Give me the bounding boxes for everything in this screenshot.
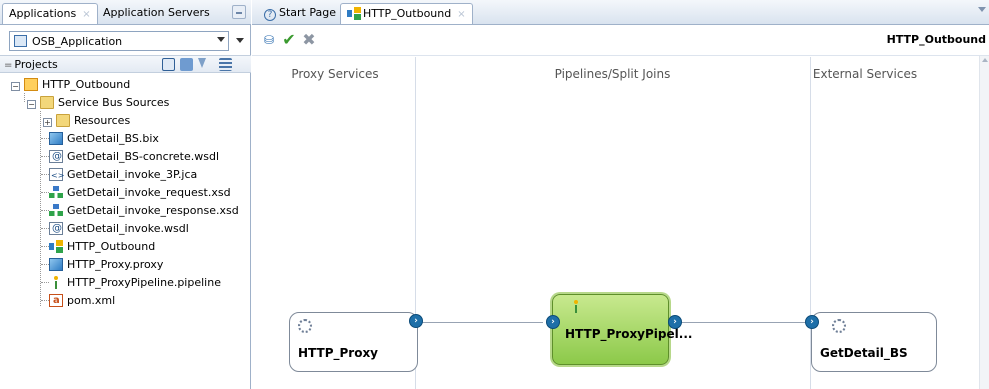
tab-application-servers[interactable]: Application Servers bbox=[97, 3, 216, 24]
application-icon bbox=[14, 35, 27, 47]
pom-icon bbox=[49, 293, 63, 309]
minimize-icon[interactable] bbox=[232, 5, 246, 19]
proxy-service-node[interactable]: HTTP_Proxy bbox=[289, 312, 418, 372]
column-header-proxy: Proxy Services bbox=[291, 67, 379, 81]
tree-item-label: Resources bbox=[74, 114, 131, 127]
editor-toolbar: ⛁ ✔ ✖ HTTP_Outbound bbox=[252, 26, 989, 56]
column-header-pipelines: Pipelines/Split Joins bbox=[554, 67, 671, 81]
chevron-right-icon[interactable]: › bbox=[668, 315, 682, 329]
composite-editor: ? Start Page HTTP_Outbound × ⛁ ✔ ✖ HTTP_Ou… bbox=[252, 0, 989, 389]
vertical-scrollbar[interactable] bbox=[979, 56, 989, 389]
gear-icon bbox=[298, 319, 312, 333]
composite-icon bbox=[49, 240, 63, 253]
filter-icon[interactable] bbox=[198, 58, 206, 71]
tree-item-label: GetDetail_invoke_request.xsd bbox=[67, 186, 231, 199]
xsd-icon bbox=[49, 186, 63, 199]
pipeline-icon bbox=[569, 300, 583, 313]
projects-label: Projects bbox=[14, 58, 58, 71]
folder-icon bbox=[40, 96, 54, 109]
collapse-icon[interactable]: = bbox=[4, 60, 12, 71]
tree-item-file[interactable]: HTTP_Outbound bbox=[49, 239, 155, 255]
collapse-icon[interactable]: − bbox=[27, 100, 36, 109]
chevron-down-icon bbox=[217, 37, 225, 42]
column-header-external: External Services bbox=[812, 67, 918, 81]
tree-item-label: HTTP_Outbound bbox=[67, 240, 156, 253]
gear-icon bbox=[832, 319, 846, 333]
check-icon[interactable]: ✔ bbox=[280, 31, 298, 49]
business-service-icon bbox=[49, 132, 63, 145]
jca-icon bbox=[49, 168, 64, 184]
business-service-label: GetDetail_BS bbox=[820, 346, 908, 360]
tree-item-file[interactable]: GetDetail_invoke_request.xsd bbox=[49, 185, 231, 201]
tree-item-file[interactable]: HTTP_ProxyPipeline.pipeline bbox=[49, 275, 221, 291]
chevron-right-icon[interactable]: › bbox=[805, 315, 819, 329]
tree-item-file[interactable]: GetDetail_invoke.wsdl bbox=[49, 221, 189, 237]
tree-item-file[interactable]: GetDetail_BS-concrete.wsdl bbox=[49, 149, 219, 165]
projects-header[interactable]: = Projects bbox=[0, 55, 251, 73]
editor-tab-bar: ? Start Page HTTP_Outbound × bbox=[252, 0, 989, 25]
chevron-right-icon[interactable]: › bbox=[546, 315, 560, 329]
tab-applications-label: Applications bbox=[9, 7, 77, 20]
tab-applications[interactable]: Applications × bbox=[2, 3, 98, 24]
project-icon bbox=[24, 78, 38, 91]
proxy-service-label: HTTP_Proxy bbox=[298, 346, 379, 360]
tab-start-page[interactable]: ? Start Page bbox=[258, 3, 342, 24]
tree-item-file[interactable]: HTTP_Proxy.proxy bbox=[49, 257, 163, 273]
application-select-value: OSB_Application bbox=[32, 35, 123, 48]
composite-canvas[interactable]: Proxy Services Pipelines/Split Joins Ext… bbox=[255, 57, 979, 389]
tree-item-project[interactable]: − HTTP_Outbound bbox=[11, 77, 130, 93]
folder-icon bbox=[56, 114, 70, 127]
application-menu-icon[interactable] bbox=[236, 38, 244, 43]
tree-item-label: GetDetail_invoke.wsdl bbox=[67, 222, 189, 235]
tree-item-label: GetDetail_BS-concrete.wsdl bbox=[67, 150, 220, 163]
tree-item-label: Service Bus Sources bbox=[58, 96, 170, 109]
tree-item-label: GetDetail_BS.bix bbox=[67, 132, 159, 145]
tab-http-outbound-label: HTTP_Outbound bbox=[363, 7, 452, 20]
help-icon: ? bbox=[264, 9, 276, 21]
tab-application-servers-label: Application Servers bbox=[103, 6, 210, 19]
close-icon[interactable]: × bbox=[82, 9, 90, 20]
wsdl-icon bbox=[49, 149, 63, 165]
tree-item-resources[interactable]: + Resources bbox=[43, 113, 130, 129]
connector-line bbox=[421, 322, 543, 323]
tree-item-label: HTTP_ProxyPipeline.pipeline bbox=[67, 276, 221, 289]
tab-list-icon[interactable] bbox=[978, 7, 986, 12]
search-icon[interactable] bbox=[162, 58, 175, 71]
pipeline-icon bbox=[49, 276, 63, 289]
tree-item-label: GetDetail_invoke_response.xsd bbox=[67, 204, 239, 217]
tree-item-label: GetDetail_invoke_3P.jca bbox=[67, 168, 198, 181]
application-select[interactable]: OSB_Application bbox=[9, 31, 229, 51]
close-icon[interactable]: × bbox=[457, 9, 465, 20]
tree-item-label: pom.xml bbox=[67, 294, 116, 307]
chevron-right-icon[interactable]: › bbox=[409, 314, 423, 328]
tab-start-page-label: Start Page bbox=[279, 6, 336, 19]
expand-icon[interactable]: + bbox=[43, 118, 52, 127]
proxy-icon bbox=[49, 258, 63, 271]
applications-navigator: Applications × Application Servers OSB_Ap… bbox=[0, 0, 251, 389]
composite-icon bbox=[347, 7, 361, 20]
wsdl-icon bbox=[49, 221, 63, 237]
collapse-icon[interactable]: − bbox=[11, 82, 20, 91]
sort-icon[interactable] bbox=[219, 58, 232, 71]
tree-item-file[interactable]: GetDetail_invoke_response.xsd bbox=[49, 203, 239, 219]
pipeline-label: HTTP_ProxyPipel... bbox=[565, 327, 693, 341]
tree-item-service-bus-sources[interactable]: − Service Bus Sources bbox=[27, 95, 169, 111]
left-tab-bar: Applications × Application Servers bbox=[0, 0, 251, 25]
connector-line bbox=[679, 322, 805, 323]
tree-item-label: HTTP_Outbound bbox=[42, 78, 131, 91]
business-service-node[interactable]: GetDetail_BS bbox=[811, 312, 937, 372]
tree-item-file[interactable]: pom.xml bbox=[49, 293, 115, 309]
cancel-icon[interactable]: ✖ bbox=[300, 31, 318, 49]
validate-icon[interactable]: ⛁ bbox=[260, 31, 278, 49]
editor-title: HTTP_Outbound bbox=[886, 33, 986, 46]
tree-item-file[interactable]: GetDetail_BS.bix bbox=[49, 131, 159, 147]
tree-item-file[interactable]: GetDetail_invoke_3P.jca bbox=[49, 167, 198, 184]
tree-item-label: HTTP_Proxy.proxy bbox=[67, 258, 164, 271]
tab-http-outbound[interactable]: HTTP_Outbound × bbox=[340, 3, 473, 24]
refresh-icon[interactable] bbox=[180, 58, 193, 71]
pipeline-node[interactable]: HTTP_ProxyPipel... bbox=[552, 294, 692, 365]
xsd-icon bbox=[49, 204, 63, 217]
